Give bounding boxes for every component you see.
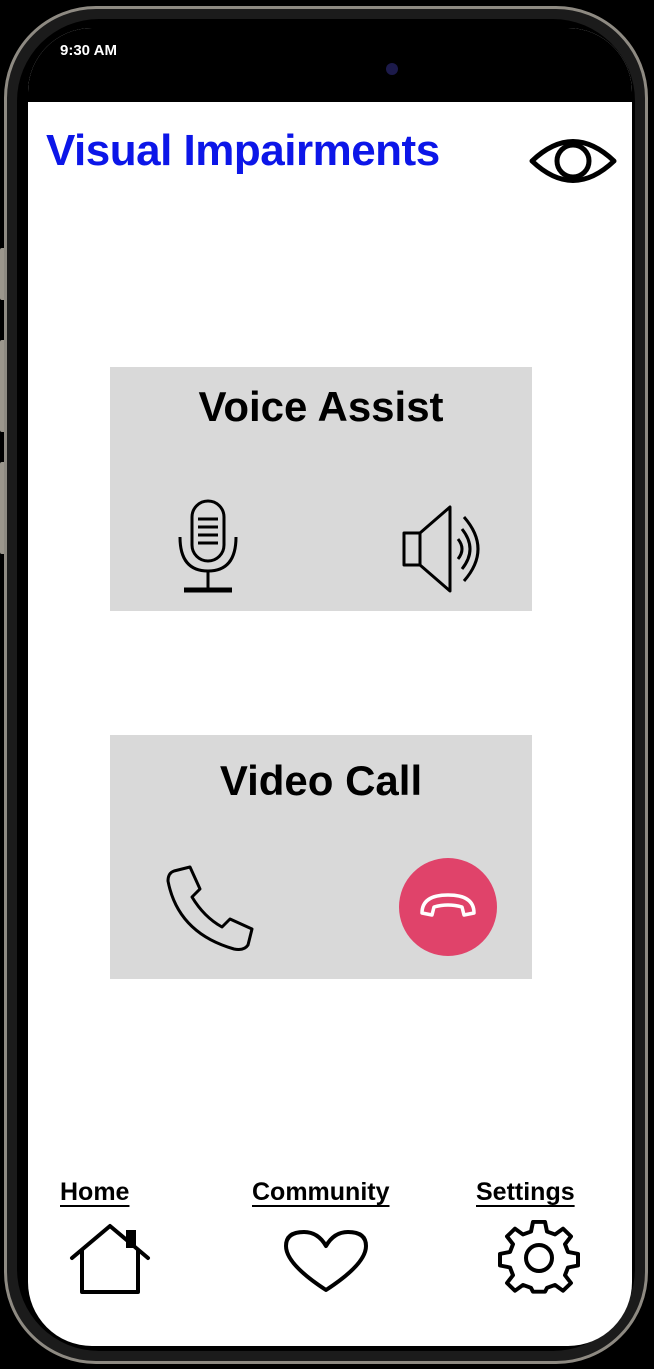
- voice-assist-card: Voice Assist: [110, 367, 532, 611]
- home-icon[interactable]: [68, 1220, 152, 1296]
- video-call-card: Video Call: [110, 735, 532, 979]
- status-time: 9:30 AM: [60, 42, 117, 59]
- phone-icon[interactable]: [164, 863, 256, 951]
- hang-up-icon[interactable]: [398, 857, 498, 957]
- eye-icon[interactable]: [528, 132, 618, 190]
- notch: [244, 28, 420, 96]
- voice-assist-title: Voice Assist: [198, 383, 444, 430]
- nav-settings-label[interactable]: Settings: [476, 1178, 575, 1207]
- video-call-title: Video Call: [219, 757, 423, 804]
- app-screen: 9:30 AM Visual Impairments Voice Assist: [28, 28, 632, 1346]
- nav-community-label[interactable]: Community: [252, 1178, 390, 1207]
- microphone-icon[interactable]: [174, 497, 242, 595]
- page-title: Visual Impairments: [46, 126, 440, 175]
- gear-icon[interactable]: [496, 1220, 582, 1296]
- phone-device: 9:30 AM Visual Impairments Voice Assist: [0, 0, 654, 1369]
- speaker-icon[interactable]: [400, 503, 498, 595]
- nav-home-label[interactable]: Home: [60, 1178, 129, 1207]
- heart-icon[interactable]: [282, 1228, 370, 1294]
- front-camera: [386, 63, 398, 75]
